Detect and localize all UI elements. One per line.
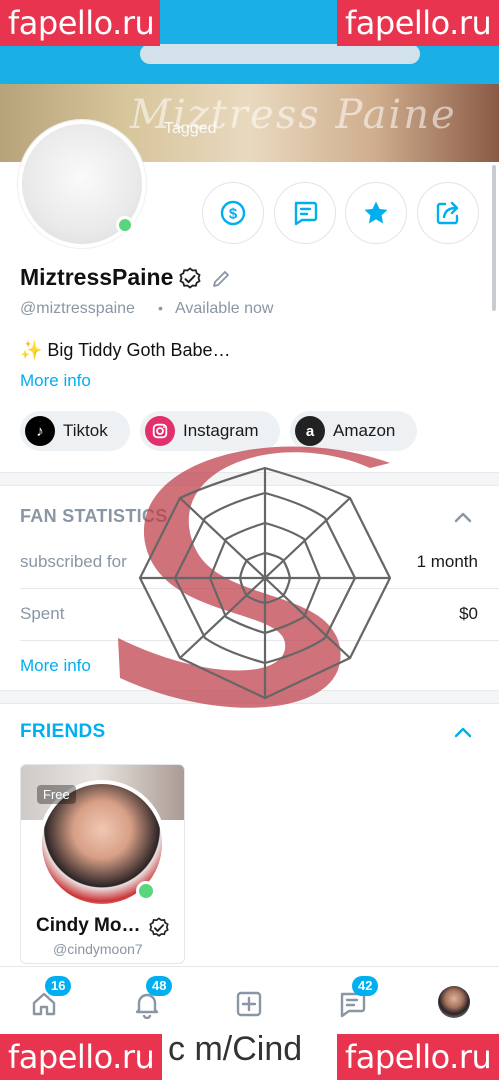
- row-divider: [20, 588, 499, 589]
- fan-stats-more-info-link[interactable]: More info: [20, 656, 91, 676]
- amazon-icon: a: [295, 416, 325, 446]
- profile-bio: ✨ Big Tiddy Goth Babe…: [20, 340, 231, 360]
- row-divider: [20, 640, 499, 641]
- home-badge: 16: [45, 976, 72, 996]
- friend-card[interactable]: Free Cindy Mo… @cindymoon7: [20, 764, 185, 964]
- stat-value: $0: [459, 604, 478, 623]
- redacted-scribble: [140, 44, 420, 64]
- edit-icon[interactable]: [210, 268, 232, 290]
- section-divider: [0, 472, 499, 486]
- social-label: Instagram: [183, 421, 259, 440]
- favorite-button[interactable]: [345, 182, 407, 244]
- stat-label: Spent: [20, 604, 65, 623]
- url-overlay-text: c m/Cind: [168, 1030, 303, 1068]
- messages-badge: 42: [352, 976, 379, 996]
- chevron-up-icon[interactable]: [452, 506, 474, 528]
- watermark: fapello.ru: [0, 1034, 162, 1080]
- social-label: Amazon: [333, 421, 396, 440]
- tiktok-icon: ♪: [25, 416, 55, 446]
- stat-label: subscribed for: [20, 552, 127, 571]
- verified-icon: [179, 267, 201, 289]
- watermark: fapello.ru: [337, 0, 499, 46]
- svg-text:$: $: [229, 206, 238, 223]
- profile-name: MiztressPaine: [20, 264, 174, 290]
- notifications-badge: 48: [146, 976, 173, 996]
- verified-icon: [149, 917, 169, 937]
- stat-value: 1 month: [416, 552, 478, 571]
- availability-status: Available now: [175, 300, 274, 317]
- watermark: fapello.ru: [0, 0, 160, 46]
- chevron-up-icon[interactable]: [452, 721, 474, 743]
- nav-create[interactable]: [229, 984, 269, 1024]
- fan-statistics-title: FAN STATISTICS: [20, 506, 168, 526]
- share-button[interactable]: [417, 182, 479, 244]
- watermark: fapello.ru: [337, 1034, 499, 1080]
- message-button[interactable]: [274, 182, 336, 244]
- online-status-dot: [116, 216, 134, 234]
- tab-tagged[interactable]: Tagged: [164, 120, 217, 138]
- star-icon: [364, 201, 388, 224]
- instagram-icon: [145, 416, 175, 446]
- social-chip-tiktok[interactable]: ♪ Tiktok: [20, 411, 130, 451]
- add-post-icon: [236, 991, 262, 1017]
- section-divider: [0, 690, 499, 704]
- friend-online-dot: [136, 881, 156, 901]
- separator-dot: •: [158, 300, 163, 316]
- tip-button[interactable]: $: [202, 182, 264, 244]
- profile-page: Miztress Paine Tagged $ MiztressPaine @m…: [0, 0, 499, 1080]
- scrollbar[interactable]: [492, 165, 496, 311]
- social-chip-instagram[interactable]: Instagram: [140, 411, 280, 451]
- free-badge: Free: [37, 785, 76, 804]
- nav-profile-avatar[interactable]: [438, 986, 470, 1018]
- friends-title: FRIENDS: [20, 721, 106, 742]
- message-icon: [294, 201, 318, 226]
- share-icon: [436, 201, 459, 225]
- social-label: Tiktok: [63, 421, 108, 440]
- profile-handle: @miztresspaine: [20, 300, 135, 317]
- social-chip-amazon[interactable]: a Amazon: [290, 411, 417, 451]
- dollar-icon: $: [220, 200, 246, 226]
- more-info-link[interactable]: More info: [20, 371, 91, 391]
- friend-name: Cindy Mo…: [36, 915, 141, 936]
- friend-handle: @cindymoon7: [53, 941, 143, 957]
